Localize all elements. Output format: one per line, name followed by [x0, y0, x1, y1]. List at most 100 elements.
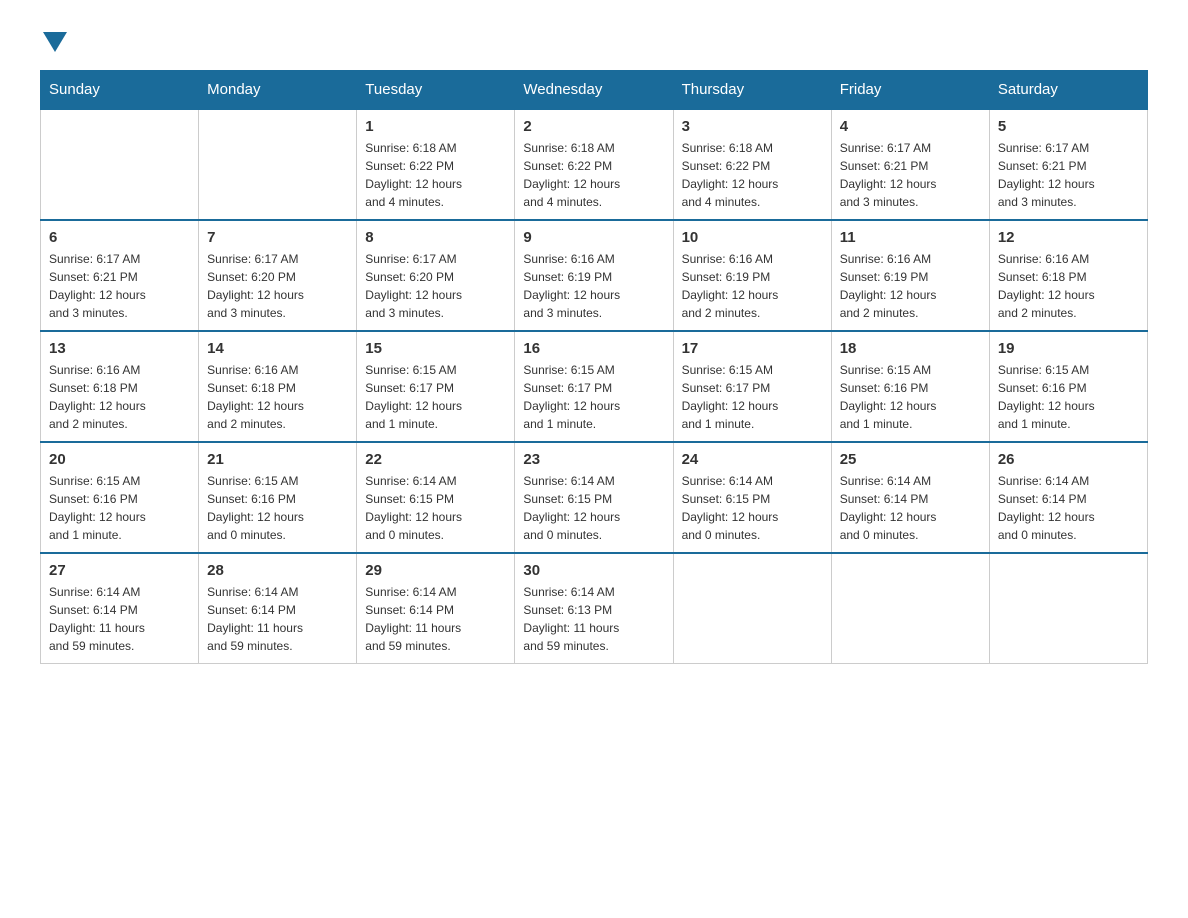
day-number: 18 [840, 340, 981, 357]
day-number: 22 [365, 451, 506, 468]
day-info: Sunrise: 6:14 AMSunset: 6:14 PMDaylight:… [365, 583, 506, 655]
calendar-cell: 10 Sunrise: 6:16 AMSunset: 6:19 PMDayligh… [673, 220, 831, 331]
day-info: Sunrise: 6:14 AMSunset: 6:15 PMDaylight:… [523, 472, 664, 544]
calendar-cell: 13 Sunrise: 6:16 AMSunset: 6:18 PMDayligh… [41, 331, 199, 442]
calendar-cell: 28 Sunrise: 6:14 AMSunset: 6:14 PMDayligh… [199, 553, 357, 664]
calendar-cell: 20Sunrise: 6:15 AMSunset: 6:16 PMDayligh… [41, 442, 199, 553]
calendar-cell: 21Sunrise: 6:15 AMSunset: 6:16 PMDayligh… [199, 442, 357, 553]
day-info: Sunrise: 6:18 AMSunset: 6:22 PMDaylight:… [523, 139, 664, 211]
day-number: 26 [998, 451, 1139, 468]
day-number: 2 [523, 118, 664, 135]
day-info: Sunrise: 6:17 AMSunset: 6:21 PMDaylight:… [998, 139, 1139, 211]
logo-triangle-icon [43, 32, 67, 52]
day-info: Sunrise: 6:15 AMSunset: 6:16 PMDaylight:… [998, 361, 1139, 433]
calendar-cell: 11 Sunrise: 6:16 AMSunset: 6:19 PMDayligh… [831, 220, 989, 331]
day-number: 1 [365, 118, 506, 135]
day-number: 29 [365, 562, 506, 579]
day-info: Sunrise: 6:17 AMSunset: 6:21 PMDaylight:… [840, 139, 981, 211]
calendar-cell: 17 Sunrise: 6:15 AMSunset: 6:17 PMDayligh… [673, 331, 831, 442]
calendar-cell: 7 Sunrise: 6:17 AMSunset: 6:20 PMDaylight… [199, 220, 357, 331]
calendar-cell [673, 553, 831, 664]
day-info: Sunrise: 6:14 AMSunset: 6:14 PMDaylight:… [998, 472, 1139, 544]
calendar-table: SundayMondayTuesdayWednesdayThursdayFrid… [40, 70, 1148, 664]
day-number: 9 [523, 229, 664, 246]
calendar-cell: 2 Sunrise: 6:18 AMSunset: 6:22 PMDaylight… [515, 109, 673, 220]
day-info: Sunrise: 6:16 AMSunset: 6:19 PMDaylight:… [523, 250, 664, 322]
day-info: Sunrise: 6:16 AMSunset: 6:18 PMDaylight:… [207, 361, 348, 433]
day-info: Sunrise: 6:17 AMSunset: 6:21 PMDaylight:… [49, 250, 190, 322]
day-info: Sunrise: 6:17 AMSunset: 6:20 PMDaylight:… [207, 250, 348, 322]
calendar-cell: 24Sunrise: 6:14 AMSunset: 6:15 PMDayligh… [673, 442, 831, 553]
calendar-cell: 14 Sunrise: 6:16 AMSunset: 6:18 PMDayligh… [199, 331, 357, 442]
day-number: 11 [840, 229, 981, 246]
day-info: Sunrise: 6:14 AMSunset: 6:14 PMDaylight:… [49, 583, 190, 655]
calendar-cell: 23 Sunrise: 6:14 AMSunset: 6:15 PMDayligh… [515, 442, 673, 553]
calendar-cell: 4 Sunrise: 6:17 AMSunset: 6:21 PMDaylight… [831, 109, 989, 220]
day-number: 21 [207, 451, 348, 468]
day-number: 17 [682, 340, 823, 357]
day-number: 19 [998, 340, 1139, 357]
day-number: 7 [207, 229, 348, 246]
day-info: Sunrise: 6:14 AMSunset: 6:14 PMDaylight:… [840, 472, 981, 544]
day-info: Sunrise: 6:14 AMSunset: 6:13 PMDaylight:… [523, 583, 664, 655]
calendar-cell [831, 553, 989, 664]
weekday-header-thursday: Thursday [673, 71, 831, 110]
day-number: 27 [49, 562, 190, 579]
calendar-cell: 30 Sunrise: 6:14 AMSunset: 6:13 PMDayligh… [515, 553, 673, 664]
weekday-header-friday: Friday [831, 71, 989, 110]
day-number: 24 [682, 451, 823, 468]
calendar-cell: 29 Sunrise: 6:14 AMSunset: 6:14 PMDayligh… [357, 553, 515, 664]
calendar-week-row: 27 Sunrise: 6:14 AMSunset: 6:14 PMDayligh… [41, 553, 1148, 664]
day-number: 5 [998, 118, 1139, 135]
logo [40, 30, 67, 50]
day-info: Sunrise: 6:18 AMSunset: 6:22 PMDaylight:… [682, 139, 823, 211]
calendar-cell: 27 Sunrise: 6:14 AMSunset: 6:14 PMDayligh… [41, 553, 199, 664]
day-info: Sunrise: 6:15 AMSunset: 6:17 PMDaylight:… [682, 361, 823, 433]
calendar-cell: 16 Sunrise: 6:15 AMSunset: 6:17 PMDayligh… [515, 331, 673, 442]
calendar-cell: 3 Sunrise: 6:18 AMSunset: 6:22 PMDaylight… [673, 109, 831, 220]
day-number: 12 [998, 229, 1139, 246]
page-header [40, 30, 1148, 50]
day-number: 30 [523, 562, 664, 579]
calendar-cell: 1Sunrise: 6:18 AMSunset: 6:22 PMDaylight… [357, 109, 515, 220]
calendar-cell: 5 Sunrise: 6:17 AMSunset: 6:21 PMDaylight… [989, 109, 1147, 220]
day-number: 10 [682, 229, 823, 246]
day-number: 23 [523, 451, 664, 468]
weekday-header-wednesday: Wednesday [515, 71, 673, 110]
calendar-cell: 18Sunrise: 6:15 AMSunset: 6:16 PMDayligh… [831, 331, 989, 442]
calendar-cell: 8Sunrise: 6:17 AMSunset: 6:20 PMDaylight… [357, 220, 515, 331]
weekday-header-saturday: Saturday [989, 71, 1147, 110]
calendar-cell: 26 Sunrise: 6:14 AMSunset: 6:14 PMDayligh… [989, 442, 1147, 553]
day-info: Sunrise: 6:16 AMSunset: 6:19 PMDaylight:… [682, 250, 823, 322]
calendar-cell: 12 Sunrise: 6:16 AMSunset: 6:18 PMDayligh… [989, 220, 1147, 331]
day-info: Sunrise: 6:16 AMSunset: 6:18 PMDaylight:… [998, 250, 1139, 322]
day-info: Sunrise: 6:16 AMSunset: 6:18 PMDaylight:… [49, 361, 190, 433]
day-number: 8 [365, 229, 506, 246]
calendar-week-row: 6 Sunrise: 6:17 AMSunset: 6:21 PMDaylight… [41, 220, 1148, 331]
calendar-week-row: 1 Sunrise: 6:18 AMSunset: 6:22 PMDaylight… [41, 109, 1148, 220]
day-number: 3 [682, 118, 823, 135]
weekday-header-tuesday: Tuesday [357, 71, 515, 110]
day-info: Sunrise: 6:16 AMSunset: 6:19 PMDaylight:… [840, 250, 981, 322]
calendar-cell [41, 109, 199, 220]
calendar-cell [989, 553, 1147, 664]
day-number: 28 [207, 562, 348, 579]
calendar-cell: 15 Sunrise: 6:15 AMSunset: 6:17 PMDayligh… [357, 331, 515, 442]
day-number: 16 [523, 340, 664, 357]
day-number: 6 [49, 229, 190, 246]
calendar-header-row: SundayMondayTuesdayWednesdayThursdayFrid… [41, 71, 1148, 110]
weekday-header-sunday: Sunday [41, 71, 199, 110]
day-info: Sunrise: 6:14 AMSunset: 6:15 PMDaylight:… [365, 472, 506, 544]
weekday-header-monday: Monday [199, 71, 357, 110]
day-number: 13 [49, 340, 190, 357]
day-info: Sunrise: 6:15 AMSunset: 6:17 PMDaylight:… [365, 361, 506, 433]
calendar-cell: 6 Sunrise: 6:17 AMSunset: 6:21 PMDaylight… [41, 220, 199, 331]
day-number: 14 [207, 340, 348, 357]
day-number: 25 [840, 451, 981, 468]
day-number: 15 [365, 340, 506, 357]
day-number: 4 [840, 118, 981, 135]
calendar-cell: 22 Sunrise: 6:14 AMSunset: 6:15 PMDayligh… [357, 442, 515, 553]
day-info: Sunrise: 6:15 AMSunset: 6:17 PMDaylight:… [523, 361, 664, 433]
day-info: Sunrise: 6:14 AMSunset: 6:14 PMDaylight:… [207, 583, 348, 655]
day-info: Sunrise: 6:15 AMSunset: 6:16 PMDaylight:… [49, 472, 190, 544]
